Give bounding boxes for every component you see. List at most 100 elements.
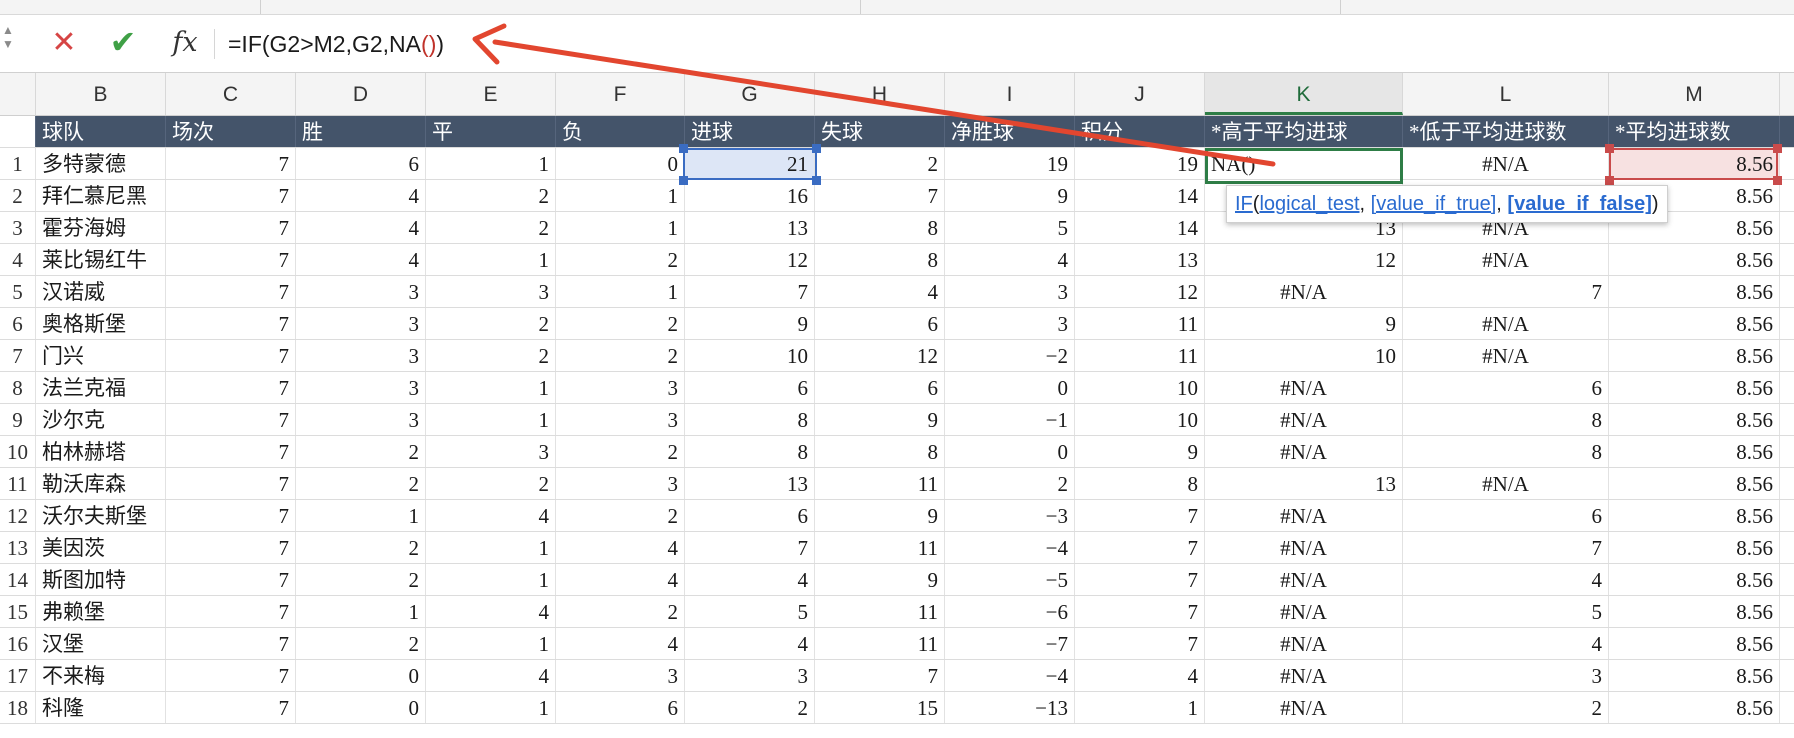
data-cell[interactable]: 0 [556, 148, 685, 179]
data-cell[interactable]: 1 [426, 244, 556, 275]
data-cell[interactable]: 7 [1075, 596, 1205, 627]
above-avg-cell[interactable]: #N/A [1205, 372, 1403, 403]
row-number[interactable]: 6 [0, 308, 36, 339]
above-avg-cell[interactable]: #N/A [1205, 596, 1403, 627]
below-avg-cell[interactable]: #N/A [1403, 244, 1609, 275]
range-handle[interactable] [679, 176, 688, 185]
data-cell[interactable]: 2 [296, 564, 426, 595]
avg-goals-cell[interactable]: 8.56 [1609, 372, 1780, 403]
name-box-stepper[interactable]: ▲ ▼ [0, 23, 16, 67]
data-cell[interactable]: 16 [685, 180, 815, 211]
data-cell[interactable]: 2 [296, 436, 426, 467]
team-cell[interactable]: 奥格斯堡 [36, 308, 166, 339]
data-cell[interactable]: −13 [945, 692, 1075, 723]
data-cell[interactable]: 5 [685, 596, 815, 627]
avg-goals-cell[interactable]: 8.56 [1609, 404, 1780, 435]
tooltip-arg-value-if-false[interactable]: [value_if_false] [1507, 193, 1652, 215]
above-avg-cell[interactable]: #N/A [1205, 628, 1403, 659]
avg-goals-cell[interactable]: 8.56 [1609, 308, 1780, 339]
data-cell[interactable]: 3 [945, 308, 1075, 339]
avg-goals-cell[interactable]: 8.56 [1609, 500, 1780, 531]
data-cell[interactable]: 4 [426, 596, 556, 627]
row-number[interactable]: 9 [0, 404, 36, 435]
data-cell[interactable]: 9 [815, 404, 945, 435]
below-avg-cell[interactable]: 8 [1403, 404, 1609, 435]
header-cell[interactable]: 平 [426, 116, 556, 147]
column-header-c[interactable]: C [166, 73, 296, 115]
data-cell[interactable]: 3 [296, 340, 426, 371]
tooltip-function-link[interactable]: IF [1235, 193, 1253, 215]
data-cell[interactable]: 4 [296, 244, 426, 275]
data-cell[interactable]: 6 [815, 308, 945, 339]
data-cell[interactable]: 15 [815, 692, 945, 723]
data-cell[interactable]: 7 [166, 468, 296, 499]
row-number[interactable]: 1 [0, 148, 36, 179]
data-cell[interactable]: 4 [426, 500, 556, 531]
data-cell[interactable]: 9 [1075, 436, 1205, 467]
data-cell[interactable]: 3 [296, 404, 426, 435]
data-cell[interactable]: 7 [685, 532, 815, 563]
data-cell[interactable]: 8 [815, 212, 945, 243]
team-cell[interactable]: 勒沃库森 [36, 468, 166, 499]
enter-check-icon[interactable]: ✔ [106, 25, 140, 59]
data-cell[interactable]: 12 [815, 340, 945, 371]
row-number[interactable]: 18 [0, 692, 36, 723]
data-cell[interactable]: 4 [556, 628, 685, 659]
row-number[interactable] [0, 116, 36, 147]
avg-goals-cell[interactable]: 8.56 [1609, 340, 1780, 371]
above-avg-cell[interactable]: NA() [1205, 148, 1403, 179]
data-cell[interactable]: 10 [1075, 404, 1205, 435]
team-cell[interactable]: 门兴 [36, 340, 166, 371]
range-handle[interactable] [1773, 144, 1782, 153]
data-cell[interactable]: 7 [166, 628, 296, 659]
data-cell[interactable]: 8 [815, 244, 945, 275]
data-cell[interactable]: 1 [426, 564, 556, 595]
below-avg-cell[interactable]: 4 [1403, 564, 1609, 595]
header-cell[interactable]: 净胜球 [945, 116, 1075, 147]
column-header-g[interactable]: G [685, 73, 815, 115]
data-cell[interactable]: 9 [685, 308, 815, 339]
data-cell[interactable]: 3 [556, 372, 685, 403]
data-cell[interactable]: 10 [685, 340, 815, 371]
below-avg-cell[interactable]: #N/A [1403, 340, 1609, 371]
data-cell[interactable]: −6 [945, 596, 1075, 627]
data-cell[interactable]: 1 [556, 212, 685, 243]
data-cell[interactable]: 11 [815, 596, 945, 627]
data-cell[interactable]: 2 [556, 340, 685, 371]
data-cell[interactable]: 3 [296, 308, 426, 339]
avg-goals-cell[interactable]: 8.56 [1609, 468, 1780, 499]
row-number[interactable]: 15 [0, 596, 36, 627]
column-header-i[interactable]: I [945, 73, 1075, 115]
data-cell[interactable]: 1 [426, 372, 556, 403]
data-cell[interactable]: 4 [945, 244, 1075, 275]
data-cell[interactable]: 6 [815, 372, 945, 403]
avg-goals-cell[interactable]: 8.56 [1609, 148, 1780, 179]
data-cell[interactable]: 6 [296, 148, 426, 179]
data-cell[interactable]: 7 [166, 372, 296, 403]
data-cell[interactable]: 1 [426, 532, 556, 563]
range-handle[interactable] [812, 176, 821, 185]
data-cell[interactable]: 7 [815, 660, 945, 691]
data-cell[interactable]: 7 [166, 212, 296, 243]
avg-goals-cell[interactable]: 8.56 [1609, 692, 1780, 723]
insert-function-button[interactable]: fx [168, 26, 202, 60]
range-handle[interactable] [1773, 176, 1782, 185]
data-cell[interactable]: 11 [1075, 340, 1205, 371]
data-cell[interactable]: 1 [296, 596, 426, 627]
data-cell[interactable]: 2 [426, 340, 556, 371]
data-cell[interactable]: −5 [945, 564, 1075, 595]
data-cell[interactable]: 1 [426, 692, 556, 723]
below-avg-cell[interactable]: 6 [1403, 500, 1609, 531]
below-avg-cell[interactable]: 8 [1403, 436, 1609, 467]
data-cell[interactable]: 6 [556, 692, 685, 723]
team-cell[interactable]: 斯图加特 [36, 564, 166, 595]
above-avg-cell[interactable]: #N/A [1205, 532, 1403, 563]
data-cell[interactable]: 7 [166, 532, 296, 563]
team-cell[interactable]: 弗赖堡 [36, 596, 166, 627]
data-cell[interactable]: 3 [296, 372, 426, 403]
data-cell[interactable]: 2 [556, 436, 685, 467]
column-header-e[interactable]: E [426, 73, 556, 115]
team-cell[interactable]: 汉堡 [36, 628, 166, 659]
data-cell[interactable]: 10 [1075, 372, 1205, 403]
below-avg-cell[interactable]: 6 [1403, 372, 1609, 403]
